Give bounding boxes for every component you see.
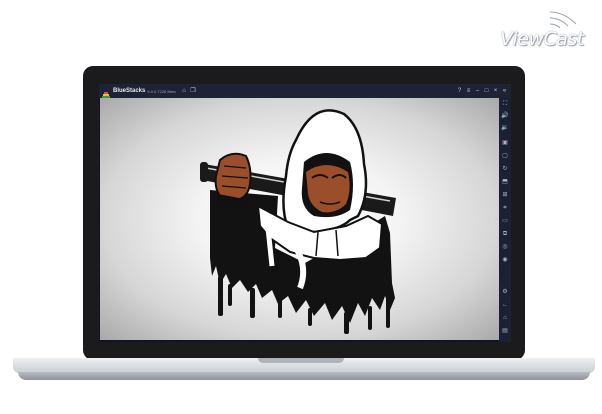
folder-icon[interactable]: ▭ (499, 217, 511, 226)
home-nav-icon[interactable]: ⌂ (499, 314, 511, 323)
back-icon[interactable]: ← (499, 301, 511, 310)
collapse-sidebar-icon[interactable]: « (500, 84, 509, 98)
capture-icon[interactable]: ⌗ (499, 204, 511, 213)
maximize-icon[interactable]: □ (482, 84, 491, 98)
multi-instance-icon[interactable]: ❐ (189, 84, 198, 98)
hooded-figure-artwork (200, 109, 396, 334)
close-icon[interactable]: × (491, 84, 500, 98)
menu-icon[interactable]: ≡ (464, 84, 473, 98)
eco-mode-icon[interactable]: ◎ (499, 243, 511, 252)
volume-up-icon[interactable]: 🔊 (499, 112, 511, 121)
gamepad-icon[interactable]: ⊞ (499, 191, 511, 200)
app-title: BlueStacks (113, 88, 146, 94)
volume-down-icon[interactable]: 🔉 (499, 124, 511, 133)
play-icon[interactable]: ▣ (499, 139, 511, 148)
watermark-text: ViewCast (500, 28, 584, 50)
emulator-screen: BlueStacks 5.0.0.7228 Beta ⌂ ❐ ? ≡ – □ ×… (99, 84, 511, 342)
minimize-icon[interactable]: – (473, 84, 482, 98)
rotate-icon[interactable]: ↻ (499, 165, 511, 174)
laptop-notch (258, 358, 344, 363)
settings-icon[interactable]: ⚙ (499, 288, 511, 297)
laptop-base-bottom (18, 372, 590, 380)
screenshot-icon[interactable]: ▢ (499, 152, 511, 161)
bluestacks-logo-icon (102, 87, 110, 99)
multi-instance-sidebar-icon[interactable]: ⧉ (499, 230, 511, 239)
home-icon[interactable]: ⌂ (180, 84, 189, 98)
app-content[interactable] (100, 98, 499, 340)
window-titlebar: BlueStacks 5.0.0.7228 Beta ⌂ ❐ ? ≡ – □ ×… (99, 84, 511, 99)
macro-icon[interactable]: ◉ (499, 256, 511, 265)
bluestacks-sidebar: ⛶ 🔊 🔉 ▣ ▢ ↻ ⬒ ⊞ ⌗ ▭ ⧉ ◎ ◉ ⚙ ← ⌂ ▤ (499, 98, 511, 342)
help-icon[interactable]: ? (455, 84, 464, 98)
app-version: 5.0.0.7228 Beta (147, 88, 176, 94)
install-apk-icon[interactable]: ⬒ (499, 178, 511, 187)
hood (282, 109, 368, 234)
viewcast-watermark: ViewCast (500, 6, 590, 50)
recent-apps-icon[interactable]: ▤ (499, 327, 511, 336)
fist (214, 152, 252, 210)
fullscreen-icon[interactable]: ⛶ (499, 100, 511, 109)
